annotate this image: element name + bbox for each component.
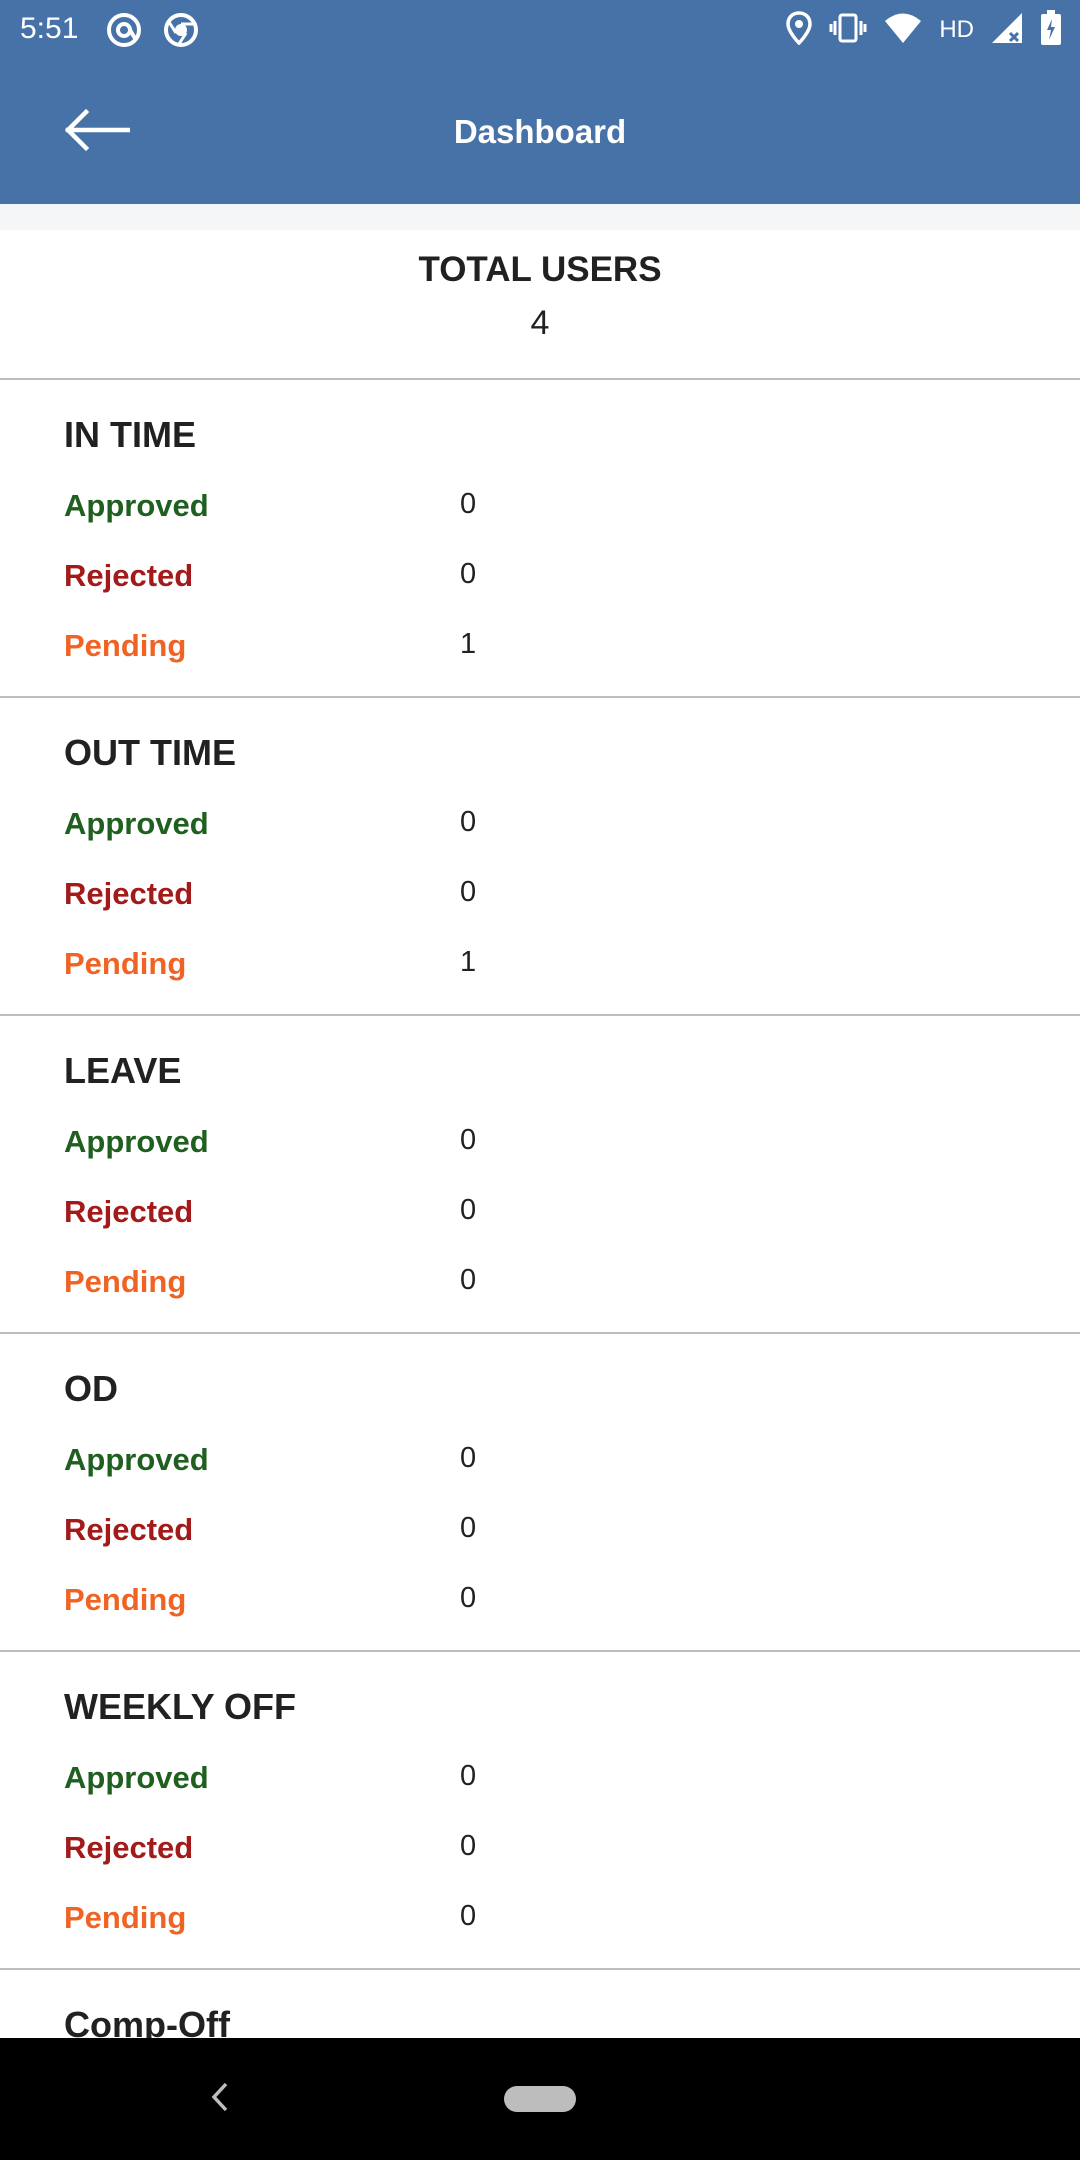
approved-count: 0	[460, 488, 477, 520]
section-in-time: IN TIME Approved 0 Rejected 0 Pending 1	[0, 380, 1080, 698]
vibrate-icon	[829, 13, 867, 48]
pending-count: 1	[460, 946, 477, 978]
approved-row: Approved 0	[64, 806, 964, 856]
system-nav-bar	[0, 2038, 1080, 2160]
pending-label: Pending	[64, 1900, 187, 1935]
chrome-icon	[163, 12, 199, 48]
nav-back-button[interactable]	[200, 2076, 240, 2122]
rejected-label: Rejected	[64, 558, 194, 593]
network-type-label: HD	[939, 16, 974, 43]
section-title: LEAVE	[64, 1050, 182, 1091]
rejected-row: Rejected 0	[64, 876, 964, 926]
approved-count: 0	[460, 1442, 477, 1474]
pending-count: 0	[460, 1264, 477, 1296]
pending-label: Pending	[64, 628, 187, 663]
pending-count: 0	[460, 1582, 477, 1614]
location-icon	[785, 10, 813, 50]
pending-label: Pending	[64, 1264, 187, 1299]
approved-count: 0	[460, 1760, 477, 1792]
approved-row: Approved 0	[64, 1760, 964, 1810]
signal-icon	[990, 11, 1024, 50]
rejected-count: 0	[460, 876, 477, 908]
section-leave: LEAVE Approved 0 Rejected 0 Pending 0	[0, 1016, 1080, 1334]
page-title: Dashboard	[453, 113, 627, 150]
approved-row: Approved 0	[64, 1442, 964, 1492]
wifi-icon	[883, 12, 923, 49]
app-bar: Dashboard	[0, 60, 1080, 204]
approved-count: 0	[460, 1124, 477, 1156]
status-icons: HD	[785, 9, 1062, 51]
rejected-count: 0	[460, 558, 477, 590]
approved-row: Approved 0	[64, 1124, 964, 1174]
rejected-label: Rejected	[64, 1194, 194, 1229]
app-bar-shadow	[0, 204, 1080, 230]
pending-label: Pending	[64, 1582, 187, 1617]
approved-label: Approved	[64, 1124, 209, 1159]
total-users-card: TOTAL USERS 4	[0, 230, 1080, 380]
pending-count: 1	[460, 628, 477, 660]
pending-row: Pending 0	[64, 1582, 964, 1632]
rejected-label: Rejected	[64, 876, 194, 911]
rejected-row: Rejected 0	[64, 558, 964, 608]
status-time: 5:51	[20, 12, 79, 45]
rejected-count: 0	[460, 1512, 477, 1544]
section-title: IN TIME	[64, 414, 196, 455]
total-users-value: 4	[530, 304, 550, 342]
home-pill-icon[interactable]	[504, 2086, 576, 2112]
pending-row: Pending 1	[64, 946, 964, 996]
section-out-time: OUT TIME Approved 0 Rejected 0 Pending 1	[0, 698, 1080, 1016]
rejected-row: Rejected 0	[64, 1830, 964, 1880]
section-title: WEEKLY OFF	[64, 1686, 297, 1727]
section-title: Comp-Off	[64, 2004, 230, 2038]
section-title: OUT TIME	[64, 732, 236, 773]
pending-row: Pending 0	[64, 1900, 964, 1950]
nav-back-icon	[210, 2081, 230, 2118]
rejected-row: Rejected 0	[64, 1194, 964, 1244]
section-title: OD	[64, 1368, 118, 1409]
status-bar: 5:51 HD	[0, 0, 1080, 60]
rejected-row: Rejected 0	[64, 1512, 964, 1562]
pending-row: Pending 1	[64, 628, 964, 678]
approved-label: Approved	[64, 1442, 209, 1477]
approved-count: 0	[460, 806, 477, 838]
rejected-count: 0	[460, 1194, 477, 1226]
approved-label: Approved	[64, 806, 209, 841]
section-comp-off: Comp-Off	[0, 1970, 1080, 2038]
rejected-label: Rejected	[64, 1830, 194, 1865]
approved-label: Approved	[64, 1760, 209, 1795]
dashboard-content[interactable]: TOTAL USERS 4 IN TIME Approved 0 Rejecte…	[0, 230, 1080, 2038]
pending-label: Pending	[64, 946, 187, 981]
approved-row: Approved 0	[64, 488, 964, 538]
pending-row: Pending 0	[64, 1264, 964, 1314]
battery-icon	[1040, 9, 1062, 51]
section-weekly-off: WEEKLY OFF Approved 0 Rejected 0 Pending…	[0, 1652, 1080, 1970]
section-od: OD Approved 0 Rejected 0 Pending 0	[0, 1334, 1080, 1652]
approved-label: Approved	[64, 488, 209, 523]
rejected-count: 0	[460, 1830, 477, 1862]
at-sign-icon	[106, 12, 142, 48]
total-users-label: TOTAL USERS	[418, 250, 662, 289]
pending-count: 0	[460, 1900, 477, 1932]
rejected-label: Rejected	[64, 1512, 194, 1547]
